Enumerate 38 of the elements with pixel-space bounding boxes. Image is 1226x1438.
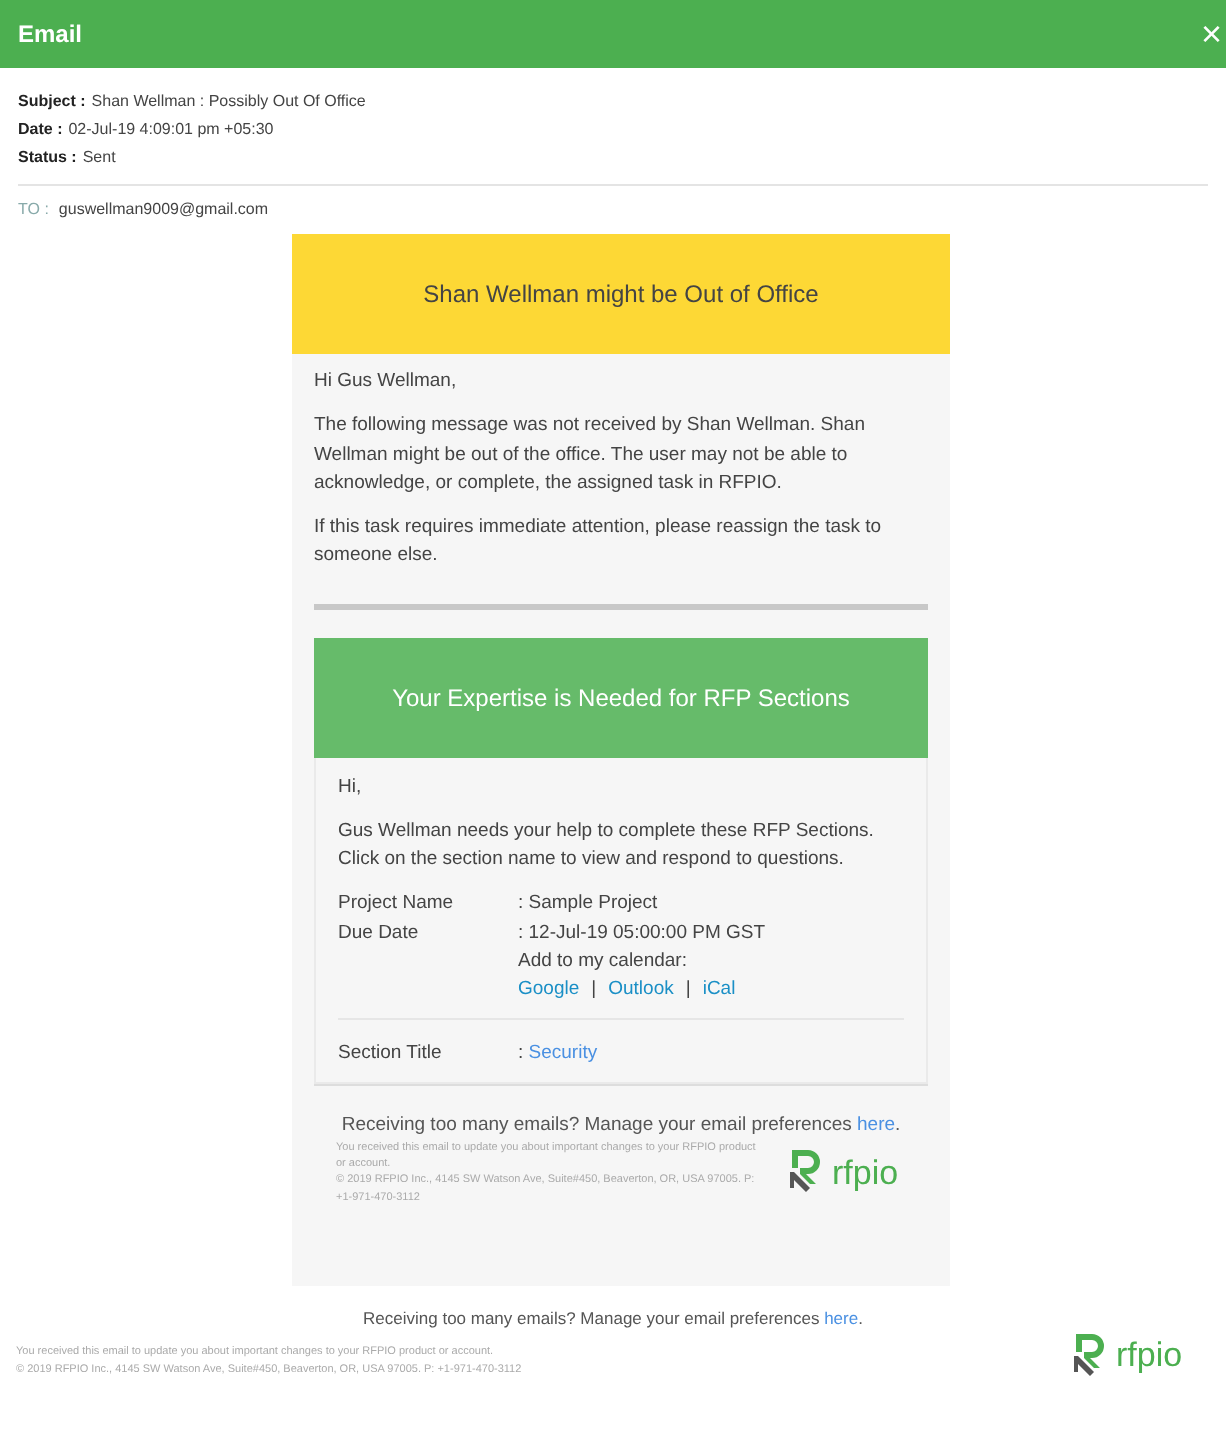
colon: :: [518, 1042, 524, 1065]
field-label: Due Date: [338, 919, 421, 947]
field-label: Project Name: [338, 890, 456, 919]
field-value: Shan Wellman : Possibly Out Of Office: [91, 91, 366, 109]
section-link[interactable]: Security: [528, 1042, 598, 1065]
logo-icon: [786, 1148, 826, 1197]
field-value: 02-Jul-19 4:09:01 pm +05:30: [68, 119, 274, 137]
logo-text: rfpio: [1116, 1335, 1183, 1376]
field-label: Date :: [18, 119, 63, 137]
logo-icon: [1070, 1331, 1110, 1380]
close-button[interactable]: ×: [1200, 16, 1226, 52]
field-value: : 12-Jul-19 05:00:00 PM GST: [518, 919, 768, 947]
link-separator: |: [685, 976, 691, 1004]
paragraph: The following message was not received by Shan Wellman. Shan Wellman might be out of the office. The user may not be able to acknowledge, or complete, the assigned task in RFPIO.: [314, 412, 867, 498]
field-value: : Sample Project: [518, 890, 660, 919]
paragraph: Hi,: [338, 773, 364, 801]
preferences-link[interactable]: here: [824, 1307, 859, 1328]
preferences-text: Receiving too many emails? Manage your email preferences here.: [339, 1111, 903, 1139]
calendar-link[interactable]: Outlook: [608, 976, 674, 1005]
paragraph: Gus Wellman needs your help to complete these RFP Sections. Click on the section name to view and respond to questions.: [338, 817, 876, 874]
calendar-link[interactable]: Google: [518, 976, 580, 1005]
recipient-address: guswellman9009@gmail.com: [58, 199, 269, 217]
window-title: Email: [18, 20, 83, 48]
section-banner: Your Expertise is Needed for RFP Sections: [314, 637, 928, 757]
calendar-link[interactable]: iCal: [702, 976, 736, 1005]
preferences-link[interactable]: here: [857, 1113, 896, 1135]
link-separator: |: [591, 976, 597, 1004]
field-label: Status :: [18, 147, 77, 165]
field-label: Section Title: [338, 1040, 444, 1069]
preferences-text: Receiving too many emails? Manage your email preferences here.: [361, 1307, 865, 1328]
logo-text: rfpio: [832, 1151, 899, 1195]
paragraph: If this task requires immediate attention, please reassign the task to someone else.: [314, 514, 884, 571]
calendar-label: Add to my calendar:: [516, 947, 689, 976]
field-value: Sent: [82, 147, 116, 165]
paragraph: Hi Gus Wellman,: [314, 368, 459, 396]
recipient-label: TO :: [18, 199, 49, 217]
field-label: Subject :: [18, 91, 86, 109]
email-banner: Shan Wellman might be Out of Office: [292, 234, 950, 354]
